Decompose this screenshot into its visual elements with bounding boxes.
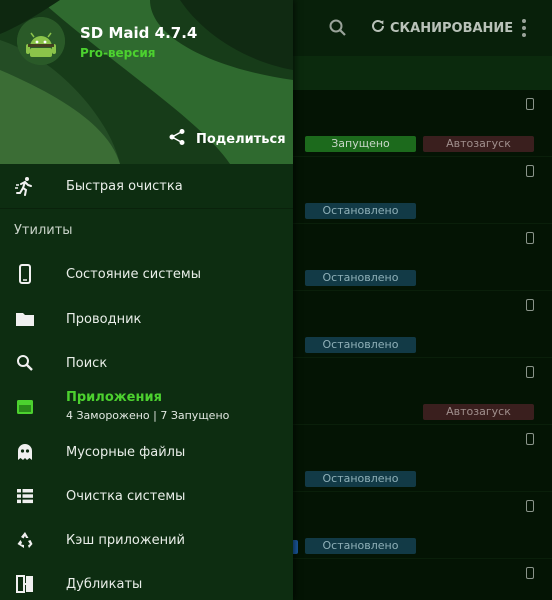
- nav-label: Приложения: [66, 390, 162, 405]
- phone-icon: [526, 232, 534, 244]
- navigation-drawer: SD Maid 4.7.4 Pro-версия Поделиться Быст…: [0, 0, 293, 600]
- phone-icon: [526, 98, 534, 110]
- app-title: SD Maid 4.7.4: [80, 24, 198, 42]
- running-badge: Запущено: [305, 136, 416, 152]
- phone-icon: [526, 366, 534, 378]
- apps-status: 4 Заморожено | 7 Запущено: [66, 409, 230, 422]
- nav-item-app-cache[interactable]: Кэш приложений: [0, 518, 293, 562]
- stopped-badge: Остановлено: [305, 270, 416, 286]
- nav-item-search[interactable]: Поиск: [0, 341, 293, 385]
- phone-icon: [526, 500, 534, 512]
- nav-label: Кэш приложений: [66, 532, 185, 548]
- section-title-utilities: Утилиты: [14, 223, 73, 238]
- share-button[interactable]: Поделиться: [168, 128, 286, 150]
- nav-label: Состояние системы: [66, 266, 201, 282]
- search-icon[interactable]: [328, 18, 348, 38]
- nav-label: Дубликаты: [66, 576, 143, 592]
- autostart-badge: Автозагуск: [423, 136, 534, 152]
- run-icon: [14, 175, 36, 197]
- stopped-badge: Остановлено: [305, 471, 416, 487]
- refresh-icon: [370, 18, 386, 38]
- nav-label: Проводник: [66, 311, 142, 327]
- nav-item-duplicates[interactable]: Дубликаты: [0, 562, 293, 600]
- nav-item-quick-clean[interactable]: Быстрая очистка: [0, 164, 293, 208]
- share-label: Поделиться: [196, 131, 286, 147]
- search-icon: [14, 352, 36, 374]
- ghost-icon: [14, 441, 36, 463]
- share-icon: [168, 128, 186, 150]
- stopped-badge: Остановлено: [305, 337, 416, 353]
- stopped-badge: Остановлено: [305, 538, 416, 554]
- recycle-icon: [14, 529, 36, 551]
- folder-icon: [14, 308, 36, 330]
- phone-icon: [526, 567, 534, 579]
- phone-icon: [14, 263, 36, 285]
- more-vert-icon[interactable]: [516, 16, 532, 40]
- stopped-badge: Остановлено: [305, 203, 416, 219]
- section-divider: [0, 208, 293, 209]
- scan-button[interactable]: СКАНИРОВАНИЕ: [370, 16, 513, 40]
- nav-label: Быстрая очистка: [66, 178, 183, 194]
- nav-item-system-cleaner[interactable]: Очистка системы: [0, 474, 293, 518]
- nav-item-apps[interactable]: Приложения 4 Заморожено | 7 Запущено: [0, 385, 293, 429]
- app-logo: [17, 17, 65, 65]
- drawer-header: SD Maid 4.7.4 Pro-версия Поделиться: [0, 0, 293, 164]
- scan-label: СКАНИРОВАНИЕ: [390, 20, 514, 36]
- edition-label: Pro-версия: [80, 46, 156, 60]
- nav-label: Поиск: [66, 355, 108, 371]
- nav-label: Мусорные файлы: [66, 444, 186, 460]
- phone-icon: [526, 165, 534, 177]
- duplicates-icon: [14, 573, 36, 595]
- apps-icon: [14, 396, 36, 418]
- phone-icon: [526, 299, 534, 311]
- phone-icon: [526, 433, 534, 445]
- nav-item-explorer[interactable]: Проводник: [0, 297, 293, 341]
- list-icon: [14, 485, 36, 507]
- autostart-badge: Автозагуск: [423, 404, 534, 420]
- nav-label: Очистка системы: [66, 488, 186, 504]
- nav-item-system-state[interactable]: Состояние системы: [0, 252, 293, 296]
- nav-item-junk-files[interactable]: Мусорные файлы: [0, 430, 293, 474]
